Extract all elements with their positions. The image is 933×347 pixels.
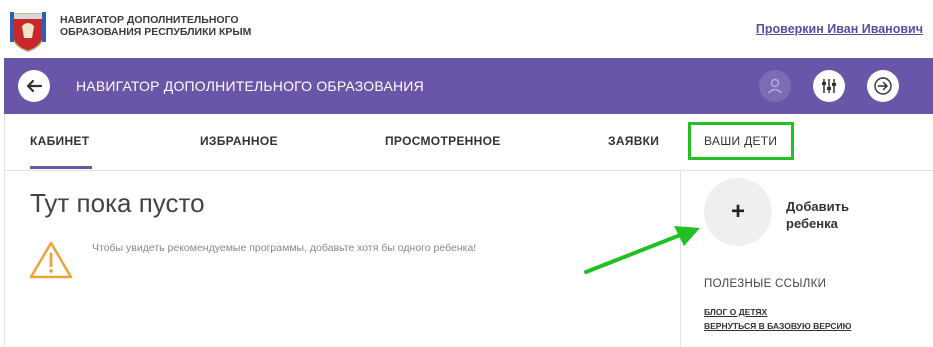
add-child-label-line2: ребенка — [786, 216, 838, 231]
user-icon — [767, 78, 783, 94]
link-basic-version[interactable]: ВЕРНУТЬСЯ В БАЗОВУЮ ВЕРСИЮ — [704, 321, 851, 331]
site-name-line1: НАВИГАТОР ДОПОЛНИТЕЛЬНОГО — [60, 14, 239, 26]
top-header: НАВИГАТОР ДОПОЛНИТЕЛЬНОГО ОБРАЗОВАНИЯ РЕ… — [0, 0, 933, 58]
arrow-right-circle-icon — [874, 77, 892, 95]
add-child-label-line1: Добавить — [786, 199, 849, 214]
plus-icon: + — [730, 198, 745, 225]
filter-button[interactable] — [813, 70, 845, 102]
useful-links-title: ПОЛЕЗНЫЕ ССЫЛКИ — [704, 278, 827, 290]
tab-cabinet[interactable]: КАБИНЕТ — [30, 134, 89, 148]
navbar-title: НАВИГАТОР ДОПОЛНИТЕЛЬНОГО ОБРАЗОВАНИЯ — [76, 78, 424, 94]
arrow-left-icon — [26, 79, 43, 93]
add-child-button[interactable]: + — [704, 178, 772, 246]
tab-bar: КАБИНЕТ ИЗБРАННОЕ ПРОСМОТРЕННОЕ ЗАЯВКИ В… — [4, 114, 933, 171]
site-name: НАВИГАТОР ДОПОЛНИТЕЛЬНОГО ОБРАЗОВАНИЯ РЕ… — [60, 14, 251, 38]
empty-state-title: Тут пока пусто — [30, 188, 205, 218]
active-tab-indicator — [30, 166, 92, 169]
main-navbar: НАВИГАТОР ДОПОЛНИТЕЛЬНОГО ОБРАЗОВАНИЯ — [4, 58, 933, 114]
crimea-coat-of-arms-icon — [10, 12, 46, 52]
content-left-border — [4, 114, 5, 347]
back-button[interactable] — [18, 70, 50, 102]
link-blog[interactable]: БЛОГ О ДЕТЯХ — [704, 307, 767, 317]
exit-button[interactable] — [867, 70, 899, 102]
add-child-label[interactable]: Добавить ребенка — [786, 198, 876, 232]
site-name-line2: ОБРАЗОВАНИЯ РЕСПУБЛИКИ КРЫМ — [60, 26, 252, 38]
tab-viewed[interactable]: ПРОСМОТРЕННОЕ — [385, 134, 501, 148]
user-name-link[interactable]: Проверкин Иван Иванович — [756, 22, 923, 36]
empty-state-hint: Чтобы увидеть рекомендуемые программы, д… — [92, 242, 477, 254]
green-arrow — [584, 226, 700, 274]
tab-applications[interactable]: ЗАЯВКИ — [608, 134, 659, 148]
sliders-icon — [822, 79, 836, 93]
profile-button[interactable] — [759, 70, 791, 102]
warning-triangle-icon — [29, 241, 73, 279]
tab-your-children[interactable]: ВАШИ ДЕТИ — [704, 134, 777, 148]
tab-favorites[interactable]: ИЗБРАННОЕ — [200, 134, 278, 148]
